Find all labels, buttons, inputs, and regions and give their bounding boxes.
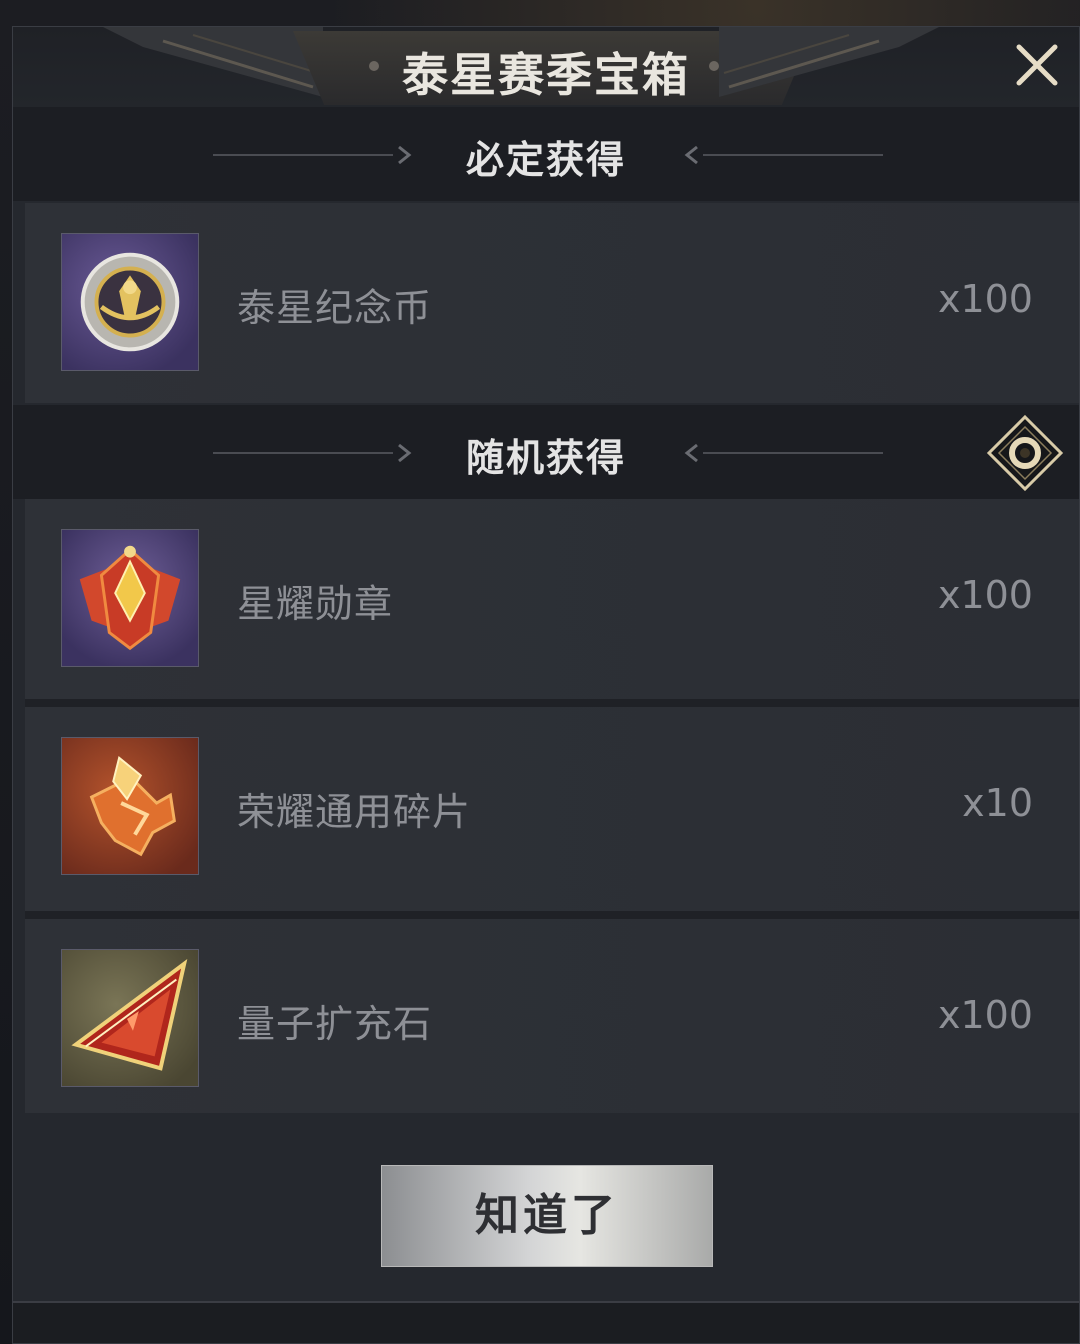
list-item-commemorative-coin[interactable]: 泰星纪念币 x100	[25, 203, 1079, 403]
row-divider	[25, 911, 1079, 919]
arrow-deco-right	[684, 145, 883, 165]
list-item-star-medal[interactable]: 星耀勋章 x100	[25, 499, 1079, 699]
quantum-stone-icon	[61, 949, 199, 1087]
chest-dialog: 泰星赛季宝箱 必定获得 泰星纪念币 x100 随机获得 星耀勋章 x100 荣耀…	[12, 26, 1080, 1344]
section-title-guaranteed: 必定获得	[465, 138, 626, 182]
info-icon[interactable]	[985, 413, 1065, 493]
section-guaranteed: 必定获得	[13, 107, 1079, 201]
list-item-quantum-stone[interactable]: 量子扩充石 x100	[25, 919, 1079, 1113]
commemorative-coin-icon	[61, 233, 199, 371]
section-random: 随机获得	[13, 405, 1079, 499]
arrow-deco-right	[684, 443, 883, 463]
section-title-random: 随机获得	[465, 436, 626, 480]
close-icon[interactable]	[1013, 41, 1061, 89]
item-quantity: x100	[937, 277, 1033, 321]
dialog-bottom-bar	[13, 1301, 1079, 1343]
title-dot-right	[709, 61, 719, 71]
dialog-title: 泰星赛季宝箱	[402, 48, 690, 102]
item-quantity: x100	[937, 993, 1033, 1037]
row-divider	[25, 699, 1079, 707]
item-name: 量子扩充石	[237, 1002, 433, 1046]
item-quantity: x100	[937, 573, 1033, 617]
item-name: 荣耀通用碎片	[237, 790, 472, 834]
confirm-button[interactable]: 知道了	[381, 1165, 713, 1267]
dialog-header: 泰星赛季宝箱	[13, 27, 1079, 109]
list-item-glory-fragment[interactable]: 荣耀通用碎片 x10	[25, 707, 1079, 911]
item-name: 星耀勋章	[237, 582, 394, 626]
star-medal-icon	[61, 529, 199, 667]
item-quantity: x10	[962, 781, 1033, 825]
item-name: 泰星纪念币	[237, 286, 433, 330]
glory-fragment-icon	[61, 737, 199, 875]
